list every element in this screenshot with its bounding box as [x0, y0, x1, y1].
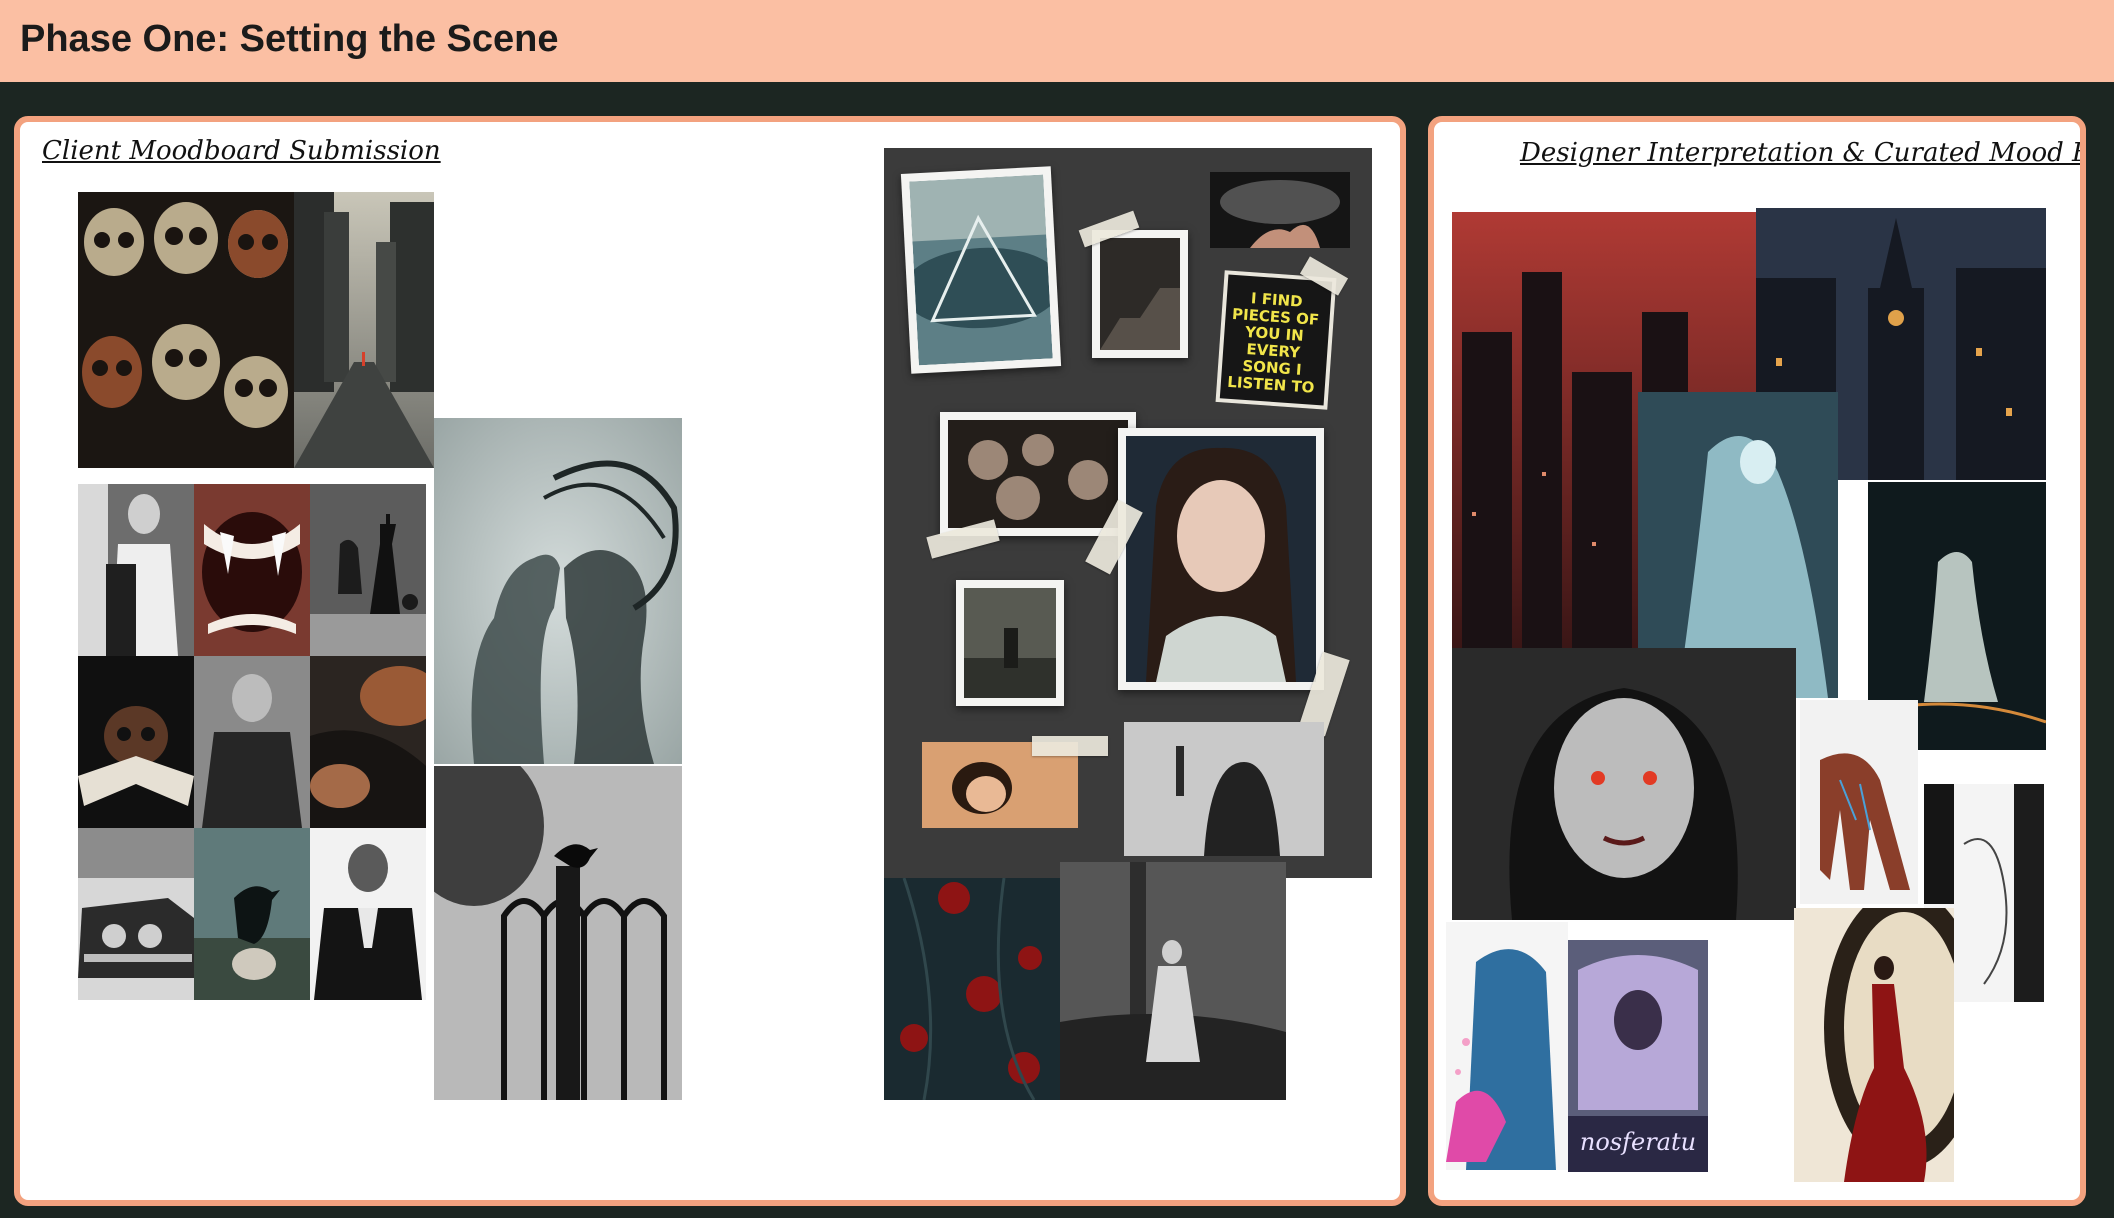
- red-roses-image: [884, 878, 1060, 1100]
- chess-king-icon: [310, 484, 426, 656]
- clawed-hand-image: [1800, 700, 1918, 904]
- ocean-triangle-photo: [900, 166, 1062, 374]
- woman-portrait-photo: [1118, 428, 1324, 690]
- dark-collage-board: I FIND PIECES OF YOU IN EVERY SONG I LIS…: [884, 148, 1372, 878]
- tape-strip: [1032, 736, 1108, 756]
- city-street-image: [294, 192, 434, 468]
- designer-moodboard-panel: Designer Interpretation & Curated Mood B…: [1428, 116, 2086, 1206]
- man-dark-shirt-image: [194, 656, 310, 828]
- classic-car-image: [78, 828, 194, 1000]
- crow-on-skull-image: [194, 828, 310, 1000]
- misty-graveyard-photo: [956, 580, 1064, 706]
- rose-icon: [884, 878, 1060, 1100]
- man-suit-image: [310, 828, 426, 1000]
- vampire-woman-image: [1452, 648, 1796, 920]
- shadow-silhouette-image: [1124, 722, 1324, 856]
- gloved-hands-image: [310, 656, 426, 828]
- crow-icon: [194, 828, 310, 1000]
- client-moodboard-panel: Client Moodboard Submission I FIND PIECE…: [14, 116, 1406, 1206]
- woman-in-woods-image: [1060, 862, 1286, 1100]
- rose-icon: [948, 420, 1128, 528]
- woman-red-dress-image: [1794, 908, 1954, 1182]
- graveyard-gate-image: [434, 766, 682, 1100]
- skull-book-image: [78, 656, 194, 828]
- vampire-fangs-image: [194, 484, 310, 656]
- blue-comic-figure-image: [1446, 922, 1568, 1170]
- dried-roses-photo: [940, 412, 1136, 536]
- smoky-hand-image: [1210, 172, 1350, 248]
- skull-icon: [78, 192, 294, 468]
- song-quote-note: I FIND PIECES OF YOU IN EVERY SONG I LIS…: [1215, 270, 1337, 410]
- nosferatu-poster-image: nosferatu: [1568, 940, 1708, 1172]
- skulls-image: [78, 192, 294, 468]
- staircase-photo: [1092, 230, 1188, 358]
- client-moodboard-title: Client Moodboard Submission: [42, 136, 441, 166]
- chess-pieces-image: [310, 484, 426, 656]
- designer-moodboard-title: Designer Interpretation & Curated Mood B…: [1520, 138, 2080, 168]
- page-header: Phase One: Setting the Scene: [0, 0, 2114, 82]
- page-title: Phase One: Setting the Scene: [20, 18, 559, 60]
- smoke-couple-image: [434, 418, 682, 764]
- man-white-shirt-image: [78, 484, 194, 656]
